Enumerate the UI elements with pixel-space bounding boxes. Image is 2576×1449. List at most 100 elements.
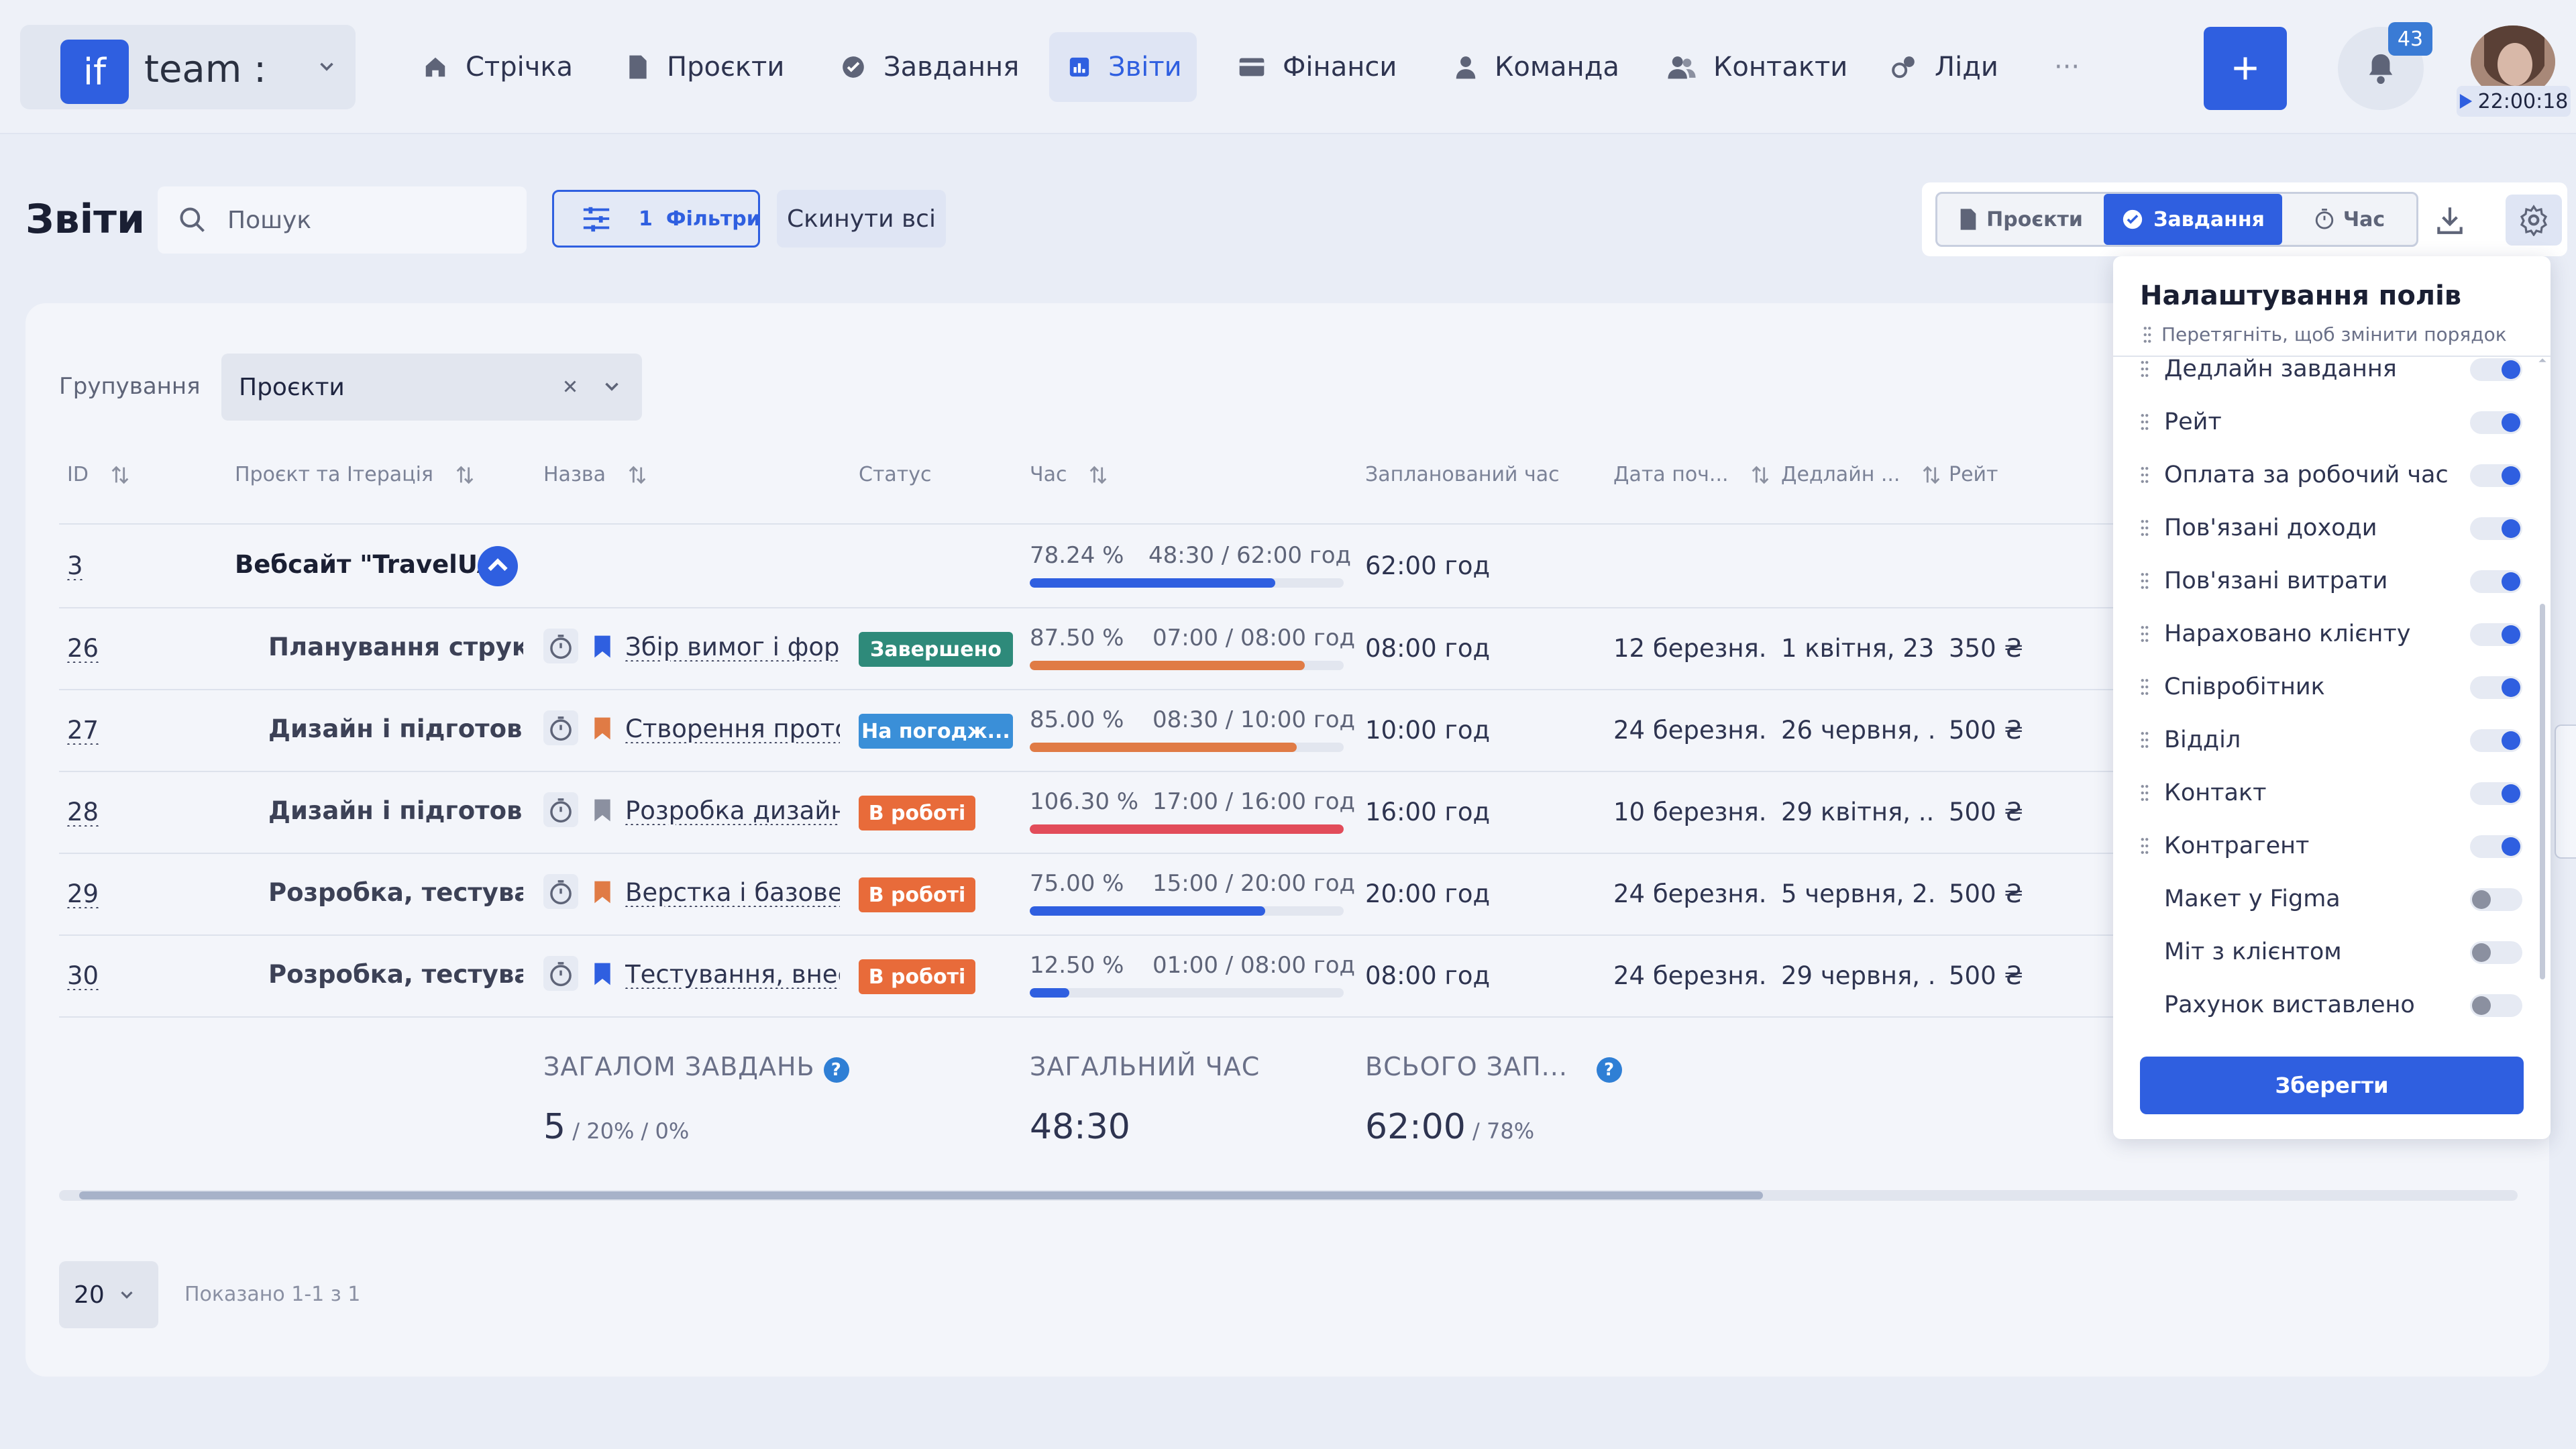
status-badge[interactable]: В роботі	[859, 959, 975, 994]
field-toggle[interactable]	[2470, 623, 2522, 646]
drag-handle-icon[interactable]	[2140, 519, 2156, 537]
task-name[interactable]: Тестування, внес...	[625, 960, 840, 989]
stopwatch-icon[interactable]	[543, 629, 578, 663]
field-setting-row[interactable]: Відділ	[2140, 720, 2522, 760]
segment-projects[interactable]: Проєкти	[1937, 194, 2104, 245]
field-toggle[interactable]	[2470, 464, 2522, 487]
nav-item-feed[interactable]: Стрічка	[404, 32, 592, 102]
help-icon[interactable]: ?	[823, 1057, 849, 1083]
field-toggle[interactable]	[2470, 888, 2522, 911]
stopwatch-icon[interactable]	[543, 956, 578, 991]
create-button[interactable]	[2204, 27, 2287, 110]
status-badge[interactable]: В роботі	[859, 877, 975, 912]
column-header-deadline[interactable]: Дедлайн ...	[1781, 463, 1943, 486]
status-badge[interactable]: В роботі	[859, 796, 975, 830]
summary-planned-label: ВСЬОГО ЗАП... ?	[1365, 1052, 1623, 1083]
field-toggle[interactable]	[2470, 570, 2522, 593]
column-header-time[interactable]: Час	[1030, 463, 1110, 486]
horizontal-scrollbar[interactable]	[59, 1190, 2518, 1201]
column-header-start[interactable]: Дата поч...	[1613, 463, 1772, 486]
side-panel-handle[interactable]	[2555, 724, 2576, 859]
field-toggle[interactable]	[2470, 782, 2522, 805]
column-header-name[interactable]: Назва	[543, 463, 649, 486]
stopwatch-icon[interactable]	[543, 792, 578, 827]
field-setting-row[interactable]: Дедлайн завдання	[2140, 357, 2522, 389]
collapse-group-button[interactable]	[478, 546, 518, 586]
status-badge[interactable]: Завершено	[859, 632, 1013, 667]
grouping-select[interactable]: Проєкти	[221, 354, 642, 421]
drag-handle-icon[interactable]	[2140, 784, 2156, 802]
row-divider	[59, 607, 2125, 608]
field-toggle[interactable]	[2470, 676, 2522, 699]
field-setting-row[interactable]: Контрагент	[2140, 826, 2522, 866]
field-setting-row[interactable]: Макет у Figma	[2140, 879, 2522, 919]
clear-icon[interactable]	[560, 376, 580, 396]
stopwatch-icon[interactable]	[543, 710, 578, 745]
field-setting-row[interactable]: Оплата за робочий час	[2140, 455, 2522, 495]
nav-item-tasks[interactable]: Завдання	[822, 32, 1038, 102]
save-button[interactable]: Зберегти	[2140, 1057, 2524, 1114]
field-toggle[interactable]	[2470, 994, 2522, 1017]
field-setting-row[interactable]: Рахунок виставлено	[2140, 985, 2522, 1021]
drag-handle-icon[interactable]	[2140, 731, 2156, 749]
task-id[interactable]: 27	[67, 716, 99, 745]
drag-handle-icon[interactable]	[2140, 625, 2156, 643]
status-badge[interactable]: На погодж...	[859, 714, 1013, 749]
task-name[interactable]: Збір вимог і форм...	[625, 633, 840, 661]
column-header-project[interactable]: Проєкт та Ітерація	[235, 463, 476, 486]
filters-button[interactable]: 1 Фільтри	[552, 190, 761, 248]
task-id[interactable]: 28	[67, 798, 99, 826]
drag-handle-icon	[2143, 326, 2152, 343]
field-setting-row[interactable]: Міт з клієнтом	[2140, 932, 2522, 972]
field-toggle[interactable]	[2470, 835, 2522, 858]
task-name[interactable]: Розробка дизайн...	[625, 796, 840, 825]
column-header-id[interactable]: ID	[67, 463, 131, 486]
field-toggle[interactable]	[2470, 411, 2522, 434]
field-toggle[interactable]	[2470, 358, 2522, 381]
scrollbar-thumb[interactable]	[2540, 604, 2545, 979]
search-input[interactable]: Пошук	[158, 186, 527, 254]
time-tracker-timer[interactable]: 22:00:18	[2457, 86, 2571, 117]
help-icon[interactable]: ?	[1597, 1057, 1623, 1083]
field-toggle[interactable]	[2470, 941, 2522, 964]
task-id[interactable]: 30	[67, 961, 99, 990]
nav-item-projects[interactable]: Проєкти	[608, 32, 803, 102]
page-size-select[interactable]: 20	[59, 1261, 158, 1328]
popup-scrollbar[interactable]	[2538, 356, 2547, 1020]
task-name[interactable]: Верстка і базове ...	[625, 878, 840, 907]
drag-handle-icon[interactable]	[2140, 572, 2156, 590]
field-settings-button[interactable]	[2506, 195, 2562, 246]
nav-item-contacts[interactable]: Контакти	[1649, 32, 1866, 102]
segment-tasks[interactable]: Завдання	[2104, 194, 2282, 245]
field-setting-row[interactable]: Співробітник	[2140, 667, 2522, 707]
nav-item-leads[interactable]: Ліди	[1872, 32, 2017, 102]
task-id[interactable]: 29	[67, 879, 99, 908]
drag-handle-icon[interactable]	[2140, 466, 2156, 484]
drag-handle-icon[interactable]	[2140, 413, 2156, 431]
task-id[interactable]: 26	[67, 634, 99, 663]
field-toggle[interactable]	[2470, 517, 2522, 540]
field-setting-row[interactable]: Нараховано клієнту	[2140, 614, 2522, 654]
nav-item-finance[interactable]: Фінанси	[1220, 32, 1415, 102]
workspace-switcher[interactable]: if team :	[20, 25, 356, 109]
field-setting-row[interactable]: Рейт	[2140, 402, 2522, 442]
nav-item-team[interactable]: Команда	[1436, 32, 1638, 102]
reset-filters-button[interactable]: Скинути всі	[777, 190, 946, 248]
drag-handle-icon[interactable]	[2140, 360, 2156, 378]
summary-sub-text: / 78%	[1465, 1118, 1535, 1144]
stopwatch-icon[interactable]	[543, 874, 578, 909]
field-setting-row[interactable]: Контакт	[2140, 773, 2522, 813]
scrollbar-thumb[interactable]	[79, 1191, 1763, 1199]
export-button[interactable]	[2422, 195, 2478, 246]
field-setting-row[interactable]: Пов'язані витрати	[2140, 561, 2522, 601]
segment-time[interactable]: Час	[2282, 194, 2416, 245]
task-name[interactable]: Створення прото...	[625, 714, 840, 743]
drag-handle-icon[interactable]	[2140, 678, 2156, 696]
field-toggle[interactable]	[2470, 729, 2522, 752]
group-id[interactable]: 3	[67, 551, 83, 580]
field-setting-row[interactable]: Пов'язані доходи	[2140, 508, 2522, 548]
field-label: Пов'язані витрати	[2164, 568, 2388, 594]
nav-item-reports[interactable]: Звіти	[1049, 32, 1197, 102]
nav-more-button[interactable]: ···	[2035, 32, 2098, 102]
drag-handle-icon[interactable]	[2140, 837, 2156, 855]
